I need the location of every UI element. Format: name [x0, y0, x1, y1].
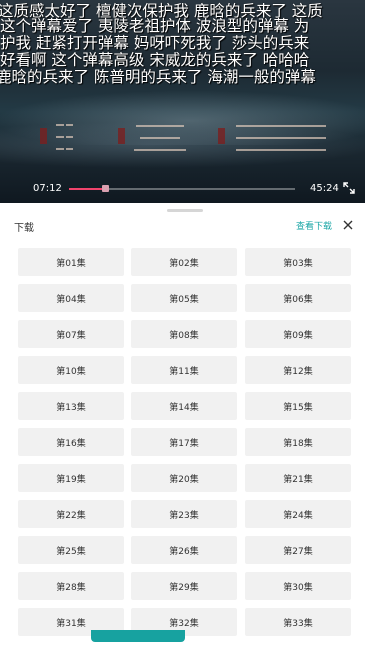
- episode-item[interactable]: 第03集: [245, 248, 351, 276]
- progress-fill: [69, 188, 105, 190]
- video-credits-overlay: [0, 120, 365, 165]
- seal-mark: [40, 128, 47, 144]
- close-icon[interactable]: [341, 217, 355, 231]
- seal-mark: [118, 128, 125, 144]
- episode-item[interactable]: 第16集: [18, 428, 124, 456]
- episode-item[interactable]: 第15集: [245, 392, 351, 420]
- episode-item[interactable]: 第23集: [131, 500, 237, 528]
- episode-item[interactable]: 第30集: [245, 572, 351, 600]
- view-downloads-link[interactable]: 查看下载: [296, 219, 332, 232]
- drag-handle[interactable]: [167, 209, 203, 212]
- download-sheet: 下载 查看下载 第01集 第02集 第03集第04集 第05集 第06集第07集 第08集…: [0, 203, 365, 649]
- episode-item[interactable]: 第18集: [245, 428, 351, 456]
- progress-thumb[interactable]: [101, 185, 109, 192]
- credit-text-art: [134, 122, 190, 167]
- seal-mark: [218, 128, 225, 144]
- episode-item[interactable]: 第21集: [245, 464, 351, 492]
- credit-text-art: [54, 122, 74, 167]
- episode-item[interactable]: 第29集: [131, 572, 237, 600]
- progress-bar[interactable]: [69, 185, 295, 192]
- episode-item[interactable]: 第11集: [131, 356, 237, 384]
- episode-item[interactable]: 第12集: [245, 356, 351, 384]
- episode-item[interactable]: 第27集: [245, 536, 351, 564]
- episode-item[interactable]: 第10集: [18, 356, 124, 384]
- current-time: 07:12: [33, 183, 62, 194]
- episode-item[interactable]: 第06集: [245, 284, 351, 312]
- episode-item[interactable]: 第14集: [131, 392, 237, 420]
- player-controls: 07:12 45:24: [0, 175, 365, 203]
- episode-item[interactable]: 第05集: [131, 284, 237, 312]
- total-time: 45:24: [310, 183, 339, 194]
- episode-item[interactable]: 第04集: [18, 284, 124, 312]
- danmaku-line: 鹿晗的兵来了 陈普明的兵来了 海潮一般的弹幕: [0, 68, 316, 86]
- episode-item[interactable]: 第28集: [18, 572, 124, 600]
- episode-item[interactable]: 第20集: [131, 464, 237, 492]
- danmaku-line: 护我 赶紧打开弹幕 妈呀吓死我了 莎头的兵来: [0, 34, 310, 52]
- episode-item[interactable]: 第02集: [131, 248, 237, 276]
- episode-item[interactable]: 第07集: [18, 320, 124, 348]
- episode-item[interactable]: 第01集: [18, 248, 124, 276]
- episode-item[interactable]: 第17集: [131, 428, 237, 456]
- credit-text-art: [234, 122, 330, 167]
- episode-item[interactable]: 第09集: [245, 320, 351, 348]
- episode-item[interactable]: 第08集: [131, 320, 237, 348]
- danmaku-line: 这个弹幕爱了 夷陵老祖护体 波浪型的弹幕 为: [0, 17, 310, 35]
- episode-item[interactable]: 第33集: [245, 608, 351, 636]
- episode-item[interactable]: 第24集: [245, 500, 351, 528]
- confirm-download-button[interactable]: [91, 630, 185, 642]
- video-player[interactable]: 这质感太好了 檀健次保护我 鹿晗的兵来了 这质 这个弹幕爱了 夷陵老祖护体 波浪…: [0, 0, 365, 203]
- episode-item[interactable]: 第26集: [131, 536, 237, 564]
- episode-item[interactable]: 第25集: [18, 536, 124, 564]
- episode-item[interactable]: 第19集: [18, 464, 124, 492]
- episode-item[interactable]: 第22集: [18, 500, 124, 528]
- danmaku-line: 好看啊 这个弹幕高级 宋威龙的兵来了 哈哈哈: [0, 51, 310, 69]
- sheet-title: 下载: [14, 223, 34, 234]
- episode-item[interactable]: 第13集: [18, 392, 124, 420]
- fullscreen-icon[interactable]: [342, 180, 356, 194]
